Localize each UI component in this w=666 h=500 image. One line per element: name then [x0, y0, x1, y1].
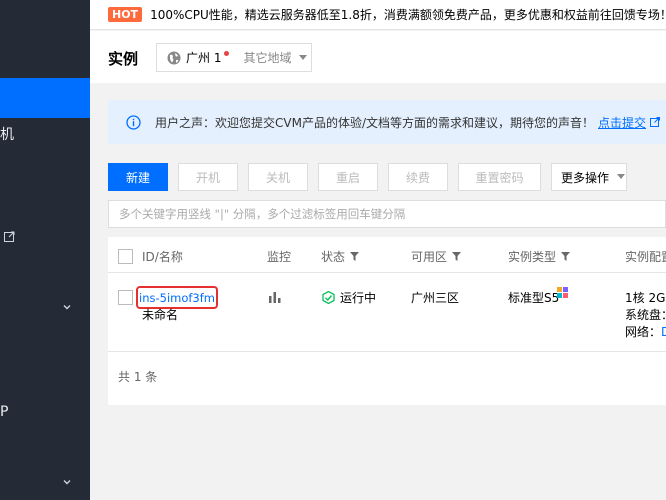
instance-config-network-label: 网络： [625, 325, 662, 339]
region-selector[interactable]: 广州 1 其它地域 [156, 43, 312, 72]
search-box[interactable] [108, 200, 666, 228]
instance-type: 标准型S5 [508, 291, 560, 305]
submit-feedback-link[interactable]: 点击提交 [598, 114, 646, 131]
region-dot [224, 51, 230, 56]
instance-status-label: 运行中 [340, 291, 377, 305]
row-checkbox[interactable] [118, 290, 133, 305]
running-status-icon [322, 291, 335, 304]
column-header-type[interactable]: 实例类型 [508, 248, 571, 265]
feedback-message: 用户之声：欢迎您提交CVM产品的体验/文档等方面的需求和建议，期待您的声音！ [155, 115, 594, 130]
sidebar-item-label[interactable]: 机 [0, 124, 14, 144]
caret-down-icon [299, 54, 308, 60]
reset-password-button[interactable]: 重置密码 [458, 163, 541, 191]
instance-id-link[interactable]: ins-5imof3fm [139, 291, 215, 305]
hot-badge: HOT [108, 7, 143, 22]
column-header-zone[interactable]: 可用区 [411, 248, 462, 265]
column-header-zone-label: 可用区 [411, 250, 448, 264]
external-link-icon[interactable] [4, 231, 15, 242]
filter-icon[interactable] [561, 252, 571, 261]
caret-down-icon [617, 174, 626, 179]
sidebar-item-label[interactable]: P [0, 404, 8, 420]
stop-button[interactable]: 关机 [248, 163, 308, 191]
instance-status: 运行中 [322, 289, 376, 306]
page-title: 实例 [108, 50, 139, 68]
globe-icon [167, 51, 181, 64]
instance-config-disk: 系统盘： [625, 308, 666, 322]
sidebar-item-active[interactable] [0, 78, 90, 118]
total-count: 共 1 条 [118, 370, 158, 384]
new-instance-button[interactable]: 新建 [108, 163, 168, 191]
region-other[interactable]: 其它地域 [243, 49, 291, 66]
column-header-type-label: 实例类型 [508, 250, 557, 264]
more-actions-label: 更多操作 [561, 170, 610, 185]
column-header-status-label: 状态 [321, 250, 346, 264]
instance-config-network: 网络：D [625, 323, 666, 340]
column-header-status[interactable]: 状态 [321, 248, 360, 265]
restart-button[interactable]: 重启 [318, 163, 378, 191]
external-link-icon[interactable] [650, 117, 661, 127]
column-header-monitor: 监控 [267, 250, 292, 264]
column-header-id: ID/名称 [142, 250, 183, 264]
chevron-down-icon[interactable] [62, 477, 72, 487]
page-header: 实例 广州 1 其它地域 [90, 31, 666, 83]
more-actions-button[interactable]: 更多操作 [551, 163, 627, 191]
instance-config-cpu-mem: 1核 2GB [625, 291, 666, 305]
search-input[interactable] [119, 207, 665, 221]
sidebar: 机 P [0, 0, 90, 500]
select-all-checkbox[interactable] [118, 249, 133, 264]
instance-type-badge-icon [557, 287, 568, 298]
filter-icon[interactable] [350, 252, 360, 261]
feedback-notice: 用户之声：欢迎您提交CVM产品的体验/文档等方面的需求和建议，期待您的声音！ 点… [108, 100, 666, 144]
filter-icon[interactable] [452, 252, 462, 261]
instance-name: 未命名 [142, 308, 179, 322]
start-button[interactable]: 开机 [178, 163, 238, 191]
chevron-down-icon[interactable] [62, 302, 72, 312]
table-header: ID/名称 监控 状态 可用区 实例类型 实例配置 [108, 237, 666, 273]
monitor-chart-icon[interactable] [268, 290, 282, 304]
region-current[interactable]: 广州 1 [186, 49, 221, 66]
promo-banner[interactable]: HOT 100%CPU性能，精选云服务器低至1.8折，消费满额领免费产品，更多优… [90, 0, 666, 30]
table-row[interactable]: ins-5imof3fm 未命名 运行中 广州三区 标准型S5 1核 2GB 系… [108, 274, 666, 352]
column-header-config: 实例配置 [625, 250, 666, 264]
instance-table: ID/名称 监控 状态 可用区 实例类型 实例配置 ins-5imof3fm 未… [108, 237, 666, 405]
instance-zone: 广州三区 [411, 291, 460, 305]
promo-text[interactable]: 100%CPU性能，精选云服务器低至1.8折，消费满额领免费产品，更多优惠和权益… [150, 6, 666, 23]
info-icon [126, 114, 141, 130]
renew-button[interactable]: 续费 [388, 163, 448, 191]
instance-config-network-value[interactable]: D [661, 325, 666, 339]
